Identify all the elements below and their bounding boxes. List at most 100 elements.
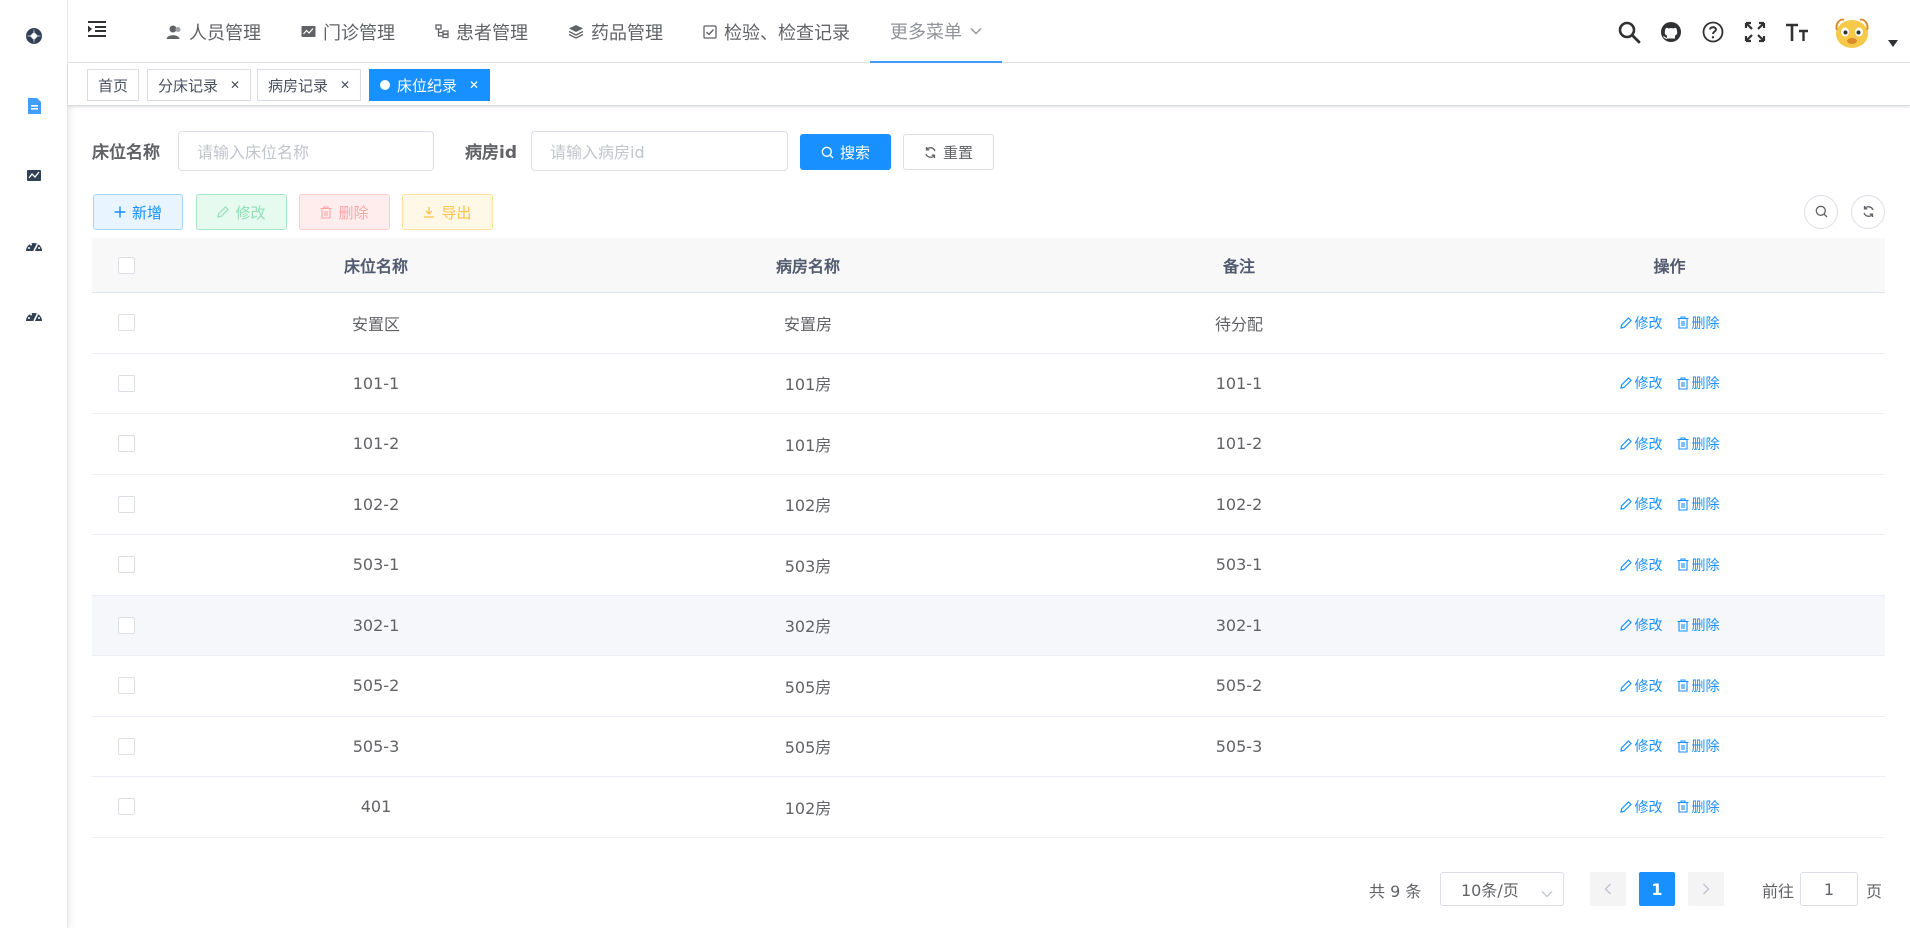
close-icon[interactable]: ✕ [469, 78, 479, 92]
topmenu-item-clinic[interactable]: 门诊管理 [281, 0, 415, 63]
row-edit-label: 修改 [1634, 436, 1663, 453]
reset-button[interactable]: 重置 [903, 134, 994, 170]
cell-bed-name: 101-2 [352, 434, 400, 454]
navbar: 人员管理 门诊管理 患者管理 药品管理 检验、检查记录 更多菜单 [68, 0, 1910, 63]
topmenu-label: 人员管理 [189, 22, 261, 44]
tag-ward-record[interactable]: 病房记录 ✕ [257, 69, 362, 101]
cell-operation: 修改 删除 [1454, 555, 1885, 575]
row-edit-button[interactable]: 修改 [1619, 434, 1663, 454]
row-edit-button[interactable]: 修改 [1619, 797, 1663, 817]
row-edit-label: 修改 [1634, 799, 1663, 816]
page-size-select[interactable]: 10条/页 [1440, 872, 1564, 906]
hamburger-icon[interactable] [86, 19, 110, 43]
page-number-current[interactable]: 1 [1639, 872, 1675, 906]
topmenu-item-more[interactable]: 更多菜单 [870, 0, 1002, 63]
topmenu-item-exam[interactable]: 检验、检查记录 [683, 0, 870, 63]
row-edit-button[interactable]: 修改 [1619, 615, 1663, 635]
row-edit-button[interactable]: 修改 [1619, 313, 1663, 333]
next-page-button[interactable] [1688, 872, 1724, 906]
room-id-input[interactable]: 请输入病房id [531, 131, 788, 171]
row-edit-button[interactable]: 修改 [1619, 494, 1663, 514]
row-checkbox[interactable] [117, 314, 135, 332]
dashboard-icon[interactable] [22, 234, 46, 258]
edit-icon [1619, 800, 1632, 813]
goto-page-input[interactable]: 1 [1800, 872, 1858, 906]
row-edit-button[interactable]: 修改 [1619, 736, 1663, 756]
cell-room-name: 101房 [784, 435, 832, 455]
topmenu-label: 患者管理 [456, 22, 528, 44]
question-icon[interactable] [1692, 0, 1734, 63]
add-button[interactable]: 新增 [93, 194, 183, 230]
sidebar [0, 0, 68, 928]
row-delete-button[interactable]: 删除 [1677, 434, 1720, 454]
row-checkbox[interactable] [117, 374, 135, 392]
github-icon[interactable] [1650, 0, 1692, 63]
edit-icon [217, 206, 230, 218]
edit-icon [1619, 619, 1632, 631]
topmenu-label: 检验、检查记录 [724, 22, 850, 44]
toggle-search-button[interactable] [1804, 195, 1838, 229]
close-icon[interactable]: ✕ [340, 78, 350, 92]
row-checkbox[interactable] [117, 737, 135, 755]
search-icon [821, 146, 834, 159]
topmenu-item-drug[interactable]: 药品管理 [548, 0, 683, 63]
caret-down-icon[interactable] [1888, 32, 1898, 51]
compass-icon[interactable] [22, 24, 46, 48]
row-delete-button[interactable]: 删除 [1677, 736, 1720, 756]
close-icon[interactable]: ✕ [230, 78, 240, 92]
row-edit-button[interactable]: 修改 [1619, 373, 1663, 393]
tag-label: 病房记录 [268, 76, 329, 95]
row-delete-button[interactable]: 删除 [1677, 555, 1720, 575]
row-checkbox[interactable] [117, 616, 135, 634]
topmenu-label: 更多菜单 [890, 21, 962, 43]
row-edit-button[interactable]: 修改 [1619, 555, 1663, 575]
document-icon[interactable] [22, 94, 46, 118]
row-delete-button[interactable]: 删除 [1677, 494, 1720, 514]
row-select-cell [92, 374, 160, 392]
tag-bed-record[interactable]: 床位纪录 ✕ [369, 69, 491, 101]
cell-room-name: 安置房 [783, 314, 832, 334]
plus-icon [114, 206, 126, 218]
row-checkbox[interactable] [117, 435, 135, 453]
select-all-checkbox[interactable] [117, 256, 135, 274]
header-operation: 操作 [1653, 257, 1686, 276]
row-delete-button[interactable]: 删除 [1677, 676, 1720, 696]
tag-home[interactable]: 首页 [87, 69, 140, 101]
dashboard-icon-2[interactable] [22, 304, 46, 328]
row-select-cell [92, 737, 160, 755]
search-icon [1815, 203, 1828, 222]
topmenu-item-staff[interactable]: 人员管理 [146, 0, 281, 63]
row-delete-button[interactable]: 删除 [1677, 615, 1720, 635]
row-delete-button[interactable]: 删除 [1677, 373, 1720, 393]
delete-button[interactable]: 删除 [299, 194, 390, 230]
export-button[interactable]: 导出 [402, 194, 493, 230]
fullscreen-icon[interactable] [1734, 0, 1776, 63]
row-checkbox[interactable] [117, 495, 135, 513]
bed-name-input[interactable]: 请输入床位名称 [178, 131, 434, 171]
header-note: 备注 [1222, 257, 1255, 276]
cell-operation: 修改 删除 [1454, 434, 1885, 454]
table-row: 505-2 505房 505-2 修改 删除 [92, 656, 1885, 717]
edit-button[interactable]: 修改 [196, 194, 287, 230]
topmenu-item-patient[interactable]: 患者管理 [415, 0, 548, 63]
row-delete-button[interactable]: 删除 [1677, 797, 1720, 817]
table-row: 102-2 102房 102-2 修改 删除 [92, 475, 1885, 535]
font-size-icon[interactable] [1776, 0, 1818, 63]
row-checkbox[interactable] [117, 556, 135, 574]
row-edit-button[interactable]: 修改 [1619, 676, 1663, 696]
chevron-down-icon [970, 27, 982, 35]
refresh-icon [1862, 203, 1875, 222]
prev-page-button[interactable] [1590, 872, 1626, 906]
search-icon[interactable] [1608, 0, 1650, 63]
row-checkbox[interactable] [117, 798, 135, 816]
search-button[interactable]: 搜索 [800, 134, 891, 170]
row-delete-button[interactable]: 删除 [1677, 313, 1720, 333]
row-checkbox[interactable] [117, 677, 135, 695]
trash-icon [1677, 558, 1689, 571]
monitor-icon[interactable] [22, 164, 46, 188]
tag-bed-assign[interactable]: 分床记录 ✕ [147, 69, 252, 101]
edit-icon [1619, 316, 1632, 329]
cell-room-name: 102房 [784, 798, 832, 818]
avatar[interactable] [1832, 12, 1872, 52]
refresh-button[interactable] [1851, 195, 1885, 229]
